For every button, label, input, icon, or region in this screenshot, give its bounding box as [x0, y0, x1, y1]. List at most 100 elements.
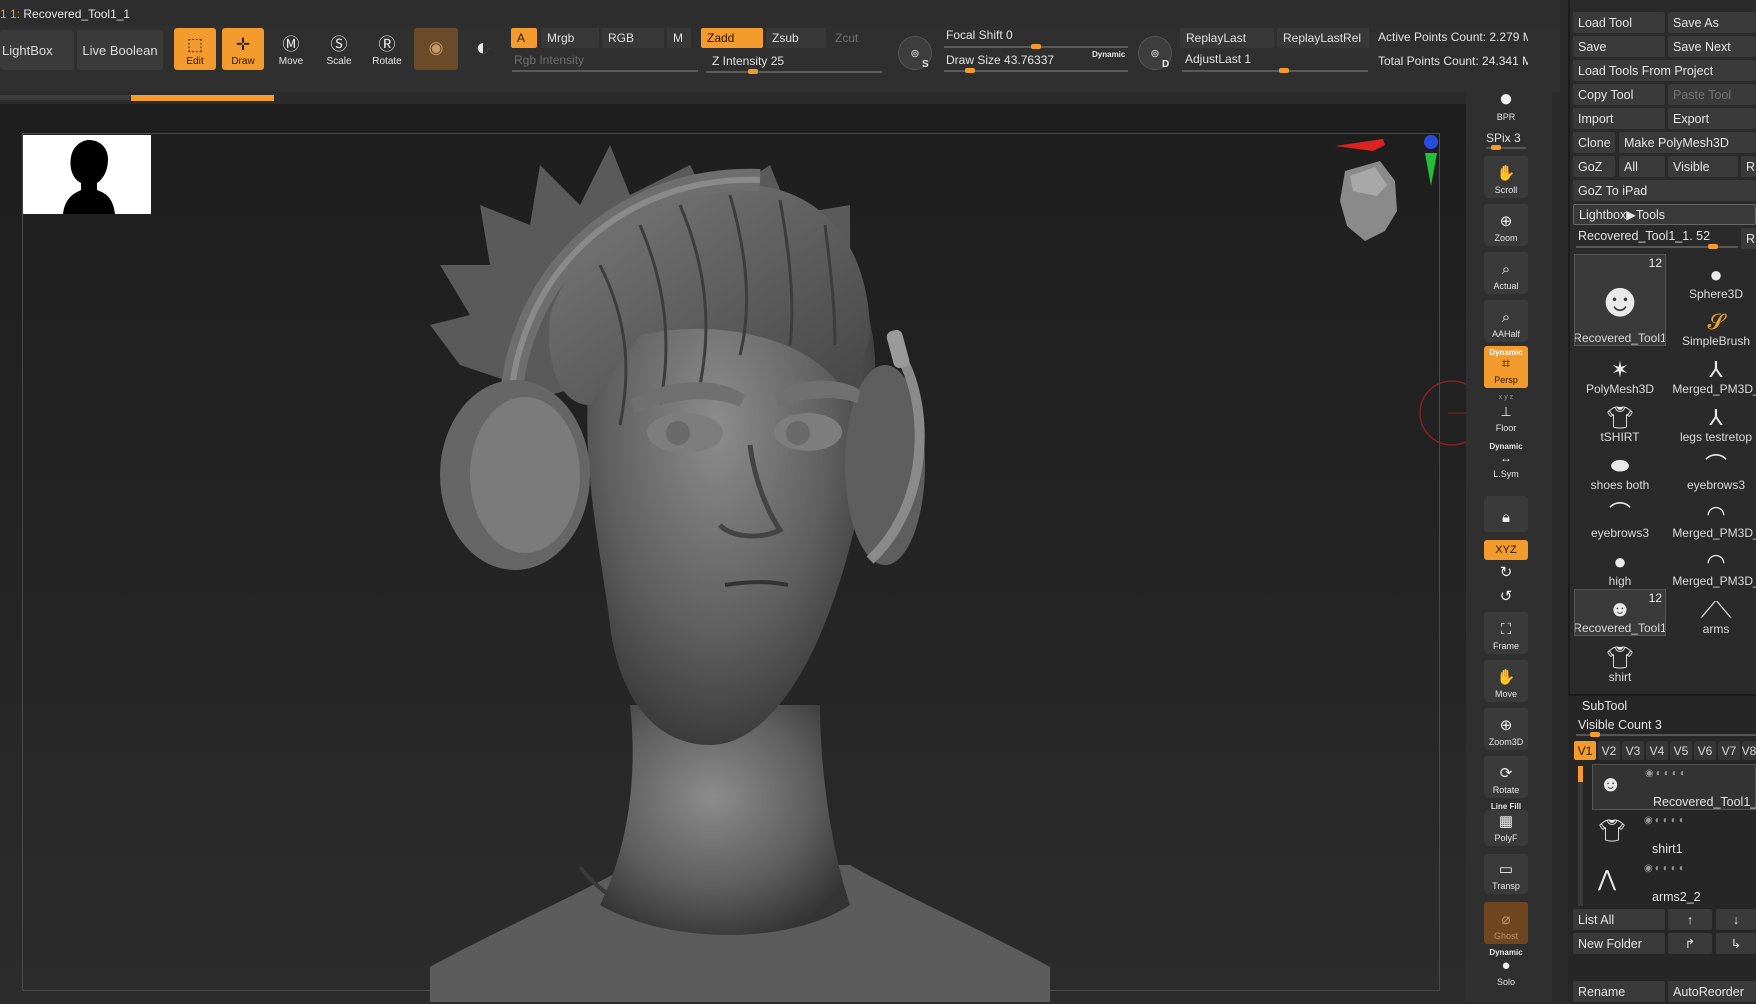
stroke-button[interactable]: ◐: [462, 28, 504, 70]
scroll-button[interactable]: ✋ Scroll: [1484, 156, 1528, 198]
polyf-button[interactable]: ▦ PolyF: [1484, 810, 1528, 846]
navigation-gizmo[interactable]: [1325, 131, 1445, 261]
solo-button[interactable]: ● Solo: [1484, 956, 1528, 990]
edit-button[interactable]: ⬚ Edit: [174, 28, 216, 70]
sculpt-model[interactable]: [430, 145, 1050, 1002]
visible-count-knob[interactable]: [1590, 732, 1600, 737]
rotate-mode-button[interactable]: Ⓡ Rotate: [366, 28, 408, 70]
draw-button[interactable]: ✛ Draw: [222, 28, 264, 70]
mrgb-toggle[interactable]: Mrgb: [541, 28, 599, 48]
scale-mode-button[interactable]: Ⓢ Scale: [318, 28, 360, 70]
material-button[interactable]: ◉: [414, 28, 458, 70]
subtool-row[interactable]: ☻ ◉◐◐◐◐ Recovered_Tool1_1: [1592, 764, 1756, 810]
goz-button[interactable]: GoZ: [1573, 156, 1615, 177]
lightbox-tools-button[interactable]: Lightbox▶Tools: [1573, 204, 1756, 225]
lightbox-button[interactable]: LightBox: [0, 30, 74, 70]
subtool-scroll-thumb[interactable]: [1578, 766, 1583, 782]
move-mode-button[interactable]: Ⓜ Move: [270, 28, 312, 70]
tool-thumb[interactable]: 👕︎ shirt: [1574, 637, 1666, 685]
tool-thumb[interactable]: 👕︎ tSHIRT: [1574, 397, 1666, 445]
save-button[interactable]: Save: [1573, 36, 1665, 57]
tab-v7[interactable]: V7: [1718, 741, 1740, 760]
subtool-visibility-icon[interactable]: ◉◐◐◐◐: [1645, 768, 1688, 779]
a-toggle[interactable]: A: [511, 28, 537, 48]
goz-to-ipad-button[interactable]: GoZ To iPad: [1573, 180, 1756, 201]
zadd-toggle[interactable]: Zadd: [701, 28, 763, 48]
subtool-visibility-icon[interactable]: ◉◐◐◐◐: [1644, 863, 1687, 874]
draw-size-slider[interactable]: [944, 68, 1128, 73]
transp-button[interactable]: ▭ Transp: [1484, 854, 1528, 894]
zsub-toggle[interactable]: Zsub: [766, 28, 826, 48]
goz-visible-button[interactable]: Visible: [1668, 156, 1738, 177]
rotate-view-button[interactable]: ⟳ Rotate: [1484, 756, 1528, 798]
export-button[interactable]: Export: [1668, 108, 1756, 129]
adjust-last-knob[interactable]: [1279, 68, 1289, 73]
zoom3d-button[interactable]: ⊕ Zoom3D: [1484, 708, 1528, 750]
save-as-button[interactable]: Save As: [1668, 12, 1756, 33]
tool-thumb[interactable]: 12 ☻ Recovered_Tool1: [1574, 254, 1666, 346]
live-boolean-button[interactable]: Live Boolean: [77, 30, 163, 70]
move-up-button[interactable]: ↑: [1668, 909, 1712, 930]
z-intensity-knob[interactable]: [748, 69, 758, 74]
tab-v1[interactable]: V1: [1574, 741, 1596, 760]
tool-thumb[interactable]: ● Sphere3D: [1670, 254, 1756, 302]
adjust-last-slider[interactable]: [1182, 68, 1368, 73]
paste-tool-button[interactable]: Paste Tool: [1668, 84, 1756, 105]
tool-thumb[interactable]: 12 ☻ Recovered_Tool1: [1574, 589, 1666, 636]
focal-shift-slider[interactable]: [944, 44, 1128, 49]
replay-last-rel-button[interactable]: ReplayLastRel: [1277, 28, 1369, 48]
load-tools-from-project-button[interactable]: Load Tools From Project: [1573, 60, 1756, 81]
tab-v2[interactable]: V2: [1598, 741, 1620, 760]
tool-thumb[interactable]: ⅄ legs testretop: [1670, 397, 1756, 445]
goz-all-button[interactable]: All: [1619, 156, 1665, 177]
make-polymesh3d-button[interactable]: Make PolyMesh3D: [1619, 132, 1756, 153]
zcut-toggle[interactable]: Zcut: [829, 28, 879, 48]
return-arrow-button[interactable]: ↳: [1716, 933, 1756, 954]
tool-thumb[interactable]: ⌒ eyebrows3: [1574, 493, 1666, 541]
zoom-button[interactable]: ⊕ Zoom: [1484, 204, 1528, 246]
move-down-button[interactable]: ↓: [1716, 909, 1756, 930]
xyz-button[interactable]: XYZ: [1484, 540, 1528, 560]
bpr-button[interactable]: ● BPR: [1484, 85, 1528, 125]
floor-button[interactable]: ⊥ Floor: [1484, 402, 1528, 436]
move-view-button[interactable]: ✋ Move: [1484, 660, 1528, 702]
lsym-button[interactable]: ↔ L.Sym: [1484, 450, 1528, 482]
subtool-row[interactable]: ⋀ ◉◐◐◐◐ arms2_2: [1592, 860, 1756, 906]
tool-thumb[interactable]: ◠ Merged_PM3D_: [1670, 541, 1756, 589]
replay-last-button[interactable]: ReplayLast: [1180, 28, 1274, 48]
subtool-scrollbar[interactable]: [1578, 766, 1583, 906]
lock-button[interactable]: 🔒︎: [1484, 496, 1528, 532]
copy-tool-button[interactable]: Copy Tool: [1573, 84, 1665, 105]
rotate-y-button[interactable]: ↻: [1484, 564, 1528, 584]
persp-button[interactable]: Dynamic ⌗ Persp: [1484, 346, 1528, 388]
auto-reorder-button[interactable]: AutoReorder: [1668, 981, 1756, 1002]
save-next-button[interactable]: Save Next: [1668, 36, 1756, 57]
frame-button[interactable]: ⛶ Frame: [1484, 612, 1528, 654]
draw-size-knob[interactable]: [965, 68, 975, 73]
tool-thumb[interactable]: ⬬ shoes both: [1574, 445, 1666, 493]
tab-v6[interactable]: V6: [1694, 741, 1716, 760]
rename-button[interactable]: Rename: [1573, 981, 1665, 1002]
goz-r-button[interactable]: R: [1741, 156, 1756, 177]
current-tool-r-button[interactable]: R: [1741, 228, 1756, 249]
load-tool-button[interactable]: Load Tool: [1573, 12, 1665, 33]
z-intensity-slider[interactable]: [706, 69, 882, 74]
ghost-button[interactable]: ⌀ Ghost: [1484, 902, 1528, 944]
rgb-toggle[interactable]: RGB: [602, 28, 664, 48]
tool-thumb[interactable]: ⌒ eyebrows3: [1670, 445, 1756, 493]
visible-count-slider[interactable]: [1576, 732, 1756, 737]
spix-slider[interactable]: [1486, 145, 1526, 150]
tab-v8[interactable]: V8: [1742, 741, 1756, 760]
tool-thumb[interactable]: ◠ Merged_PM3D_: [1670, 493, 1756, 541]
list-all-button[interactable]: List All: [1573, 909, 1665, 930]
subtool-title[interactable]: SubTool: [1582, 699, 1627, 713]
tab-v3[interactable]: V3: [1622, 741, 1644, 760]
subtool-visibility-icon[interactable]: ◉◐◐◐◐: [1644, 815, 1687, 826]
tab-v4[interactable]: V4: [1646, 741, 1668, 760]
tool-thumb[interactable]: 𝓢 SimpleBrush: [1670, 301, 1756, 349]
actual-button[interactable]: ⌕ Actual: [1484, 252, 1528, 294]
rgb-intensity-slider[interactable]: [512, 70, 698, 72]
tool-thumb[interactable]: ● high: [1574, 541, 1666, 589]
current-tool-slider[interactable]: [1576, 244, 1738, 249]
subtool-row[interactable]: 👕︎ ◉◐◐◐◐ shirt1: [1592, 812, 1756, 858]
